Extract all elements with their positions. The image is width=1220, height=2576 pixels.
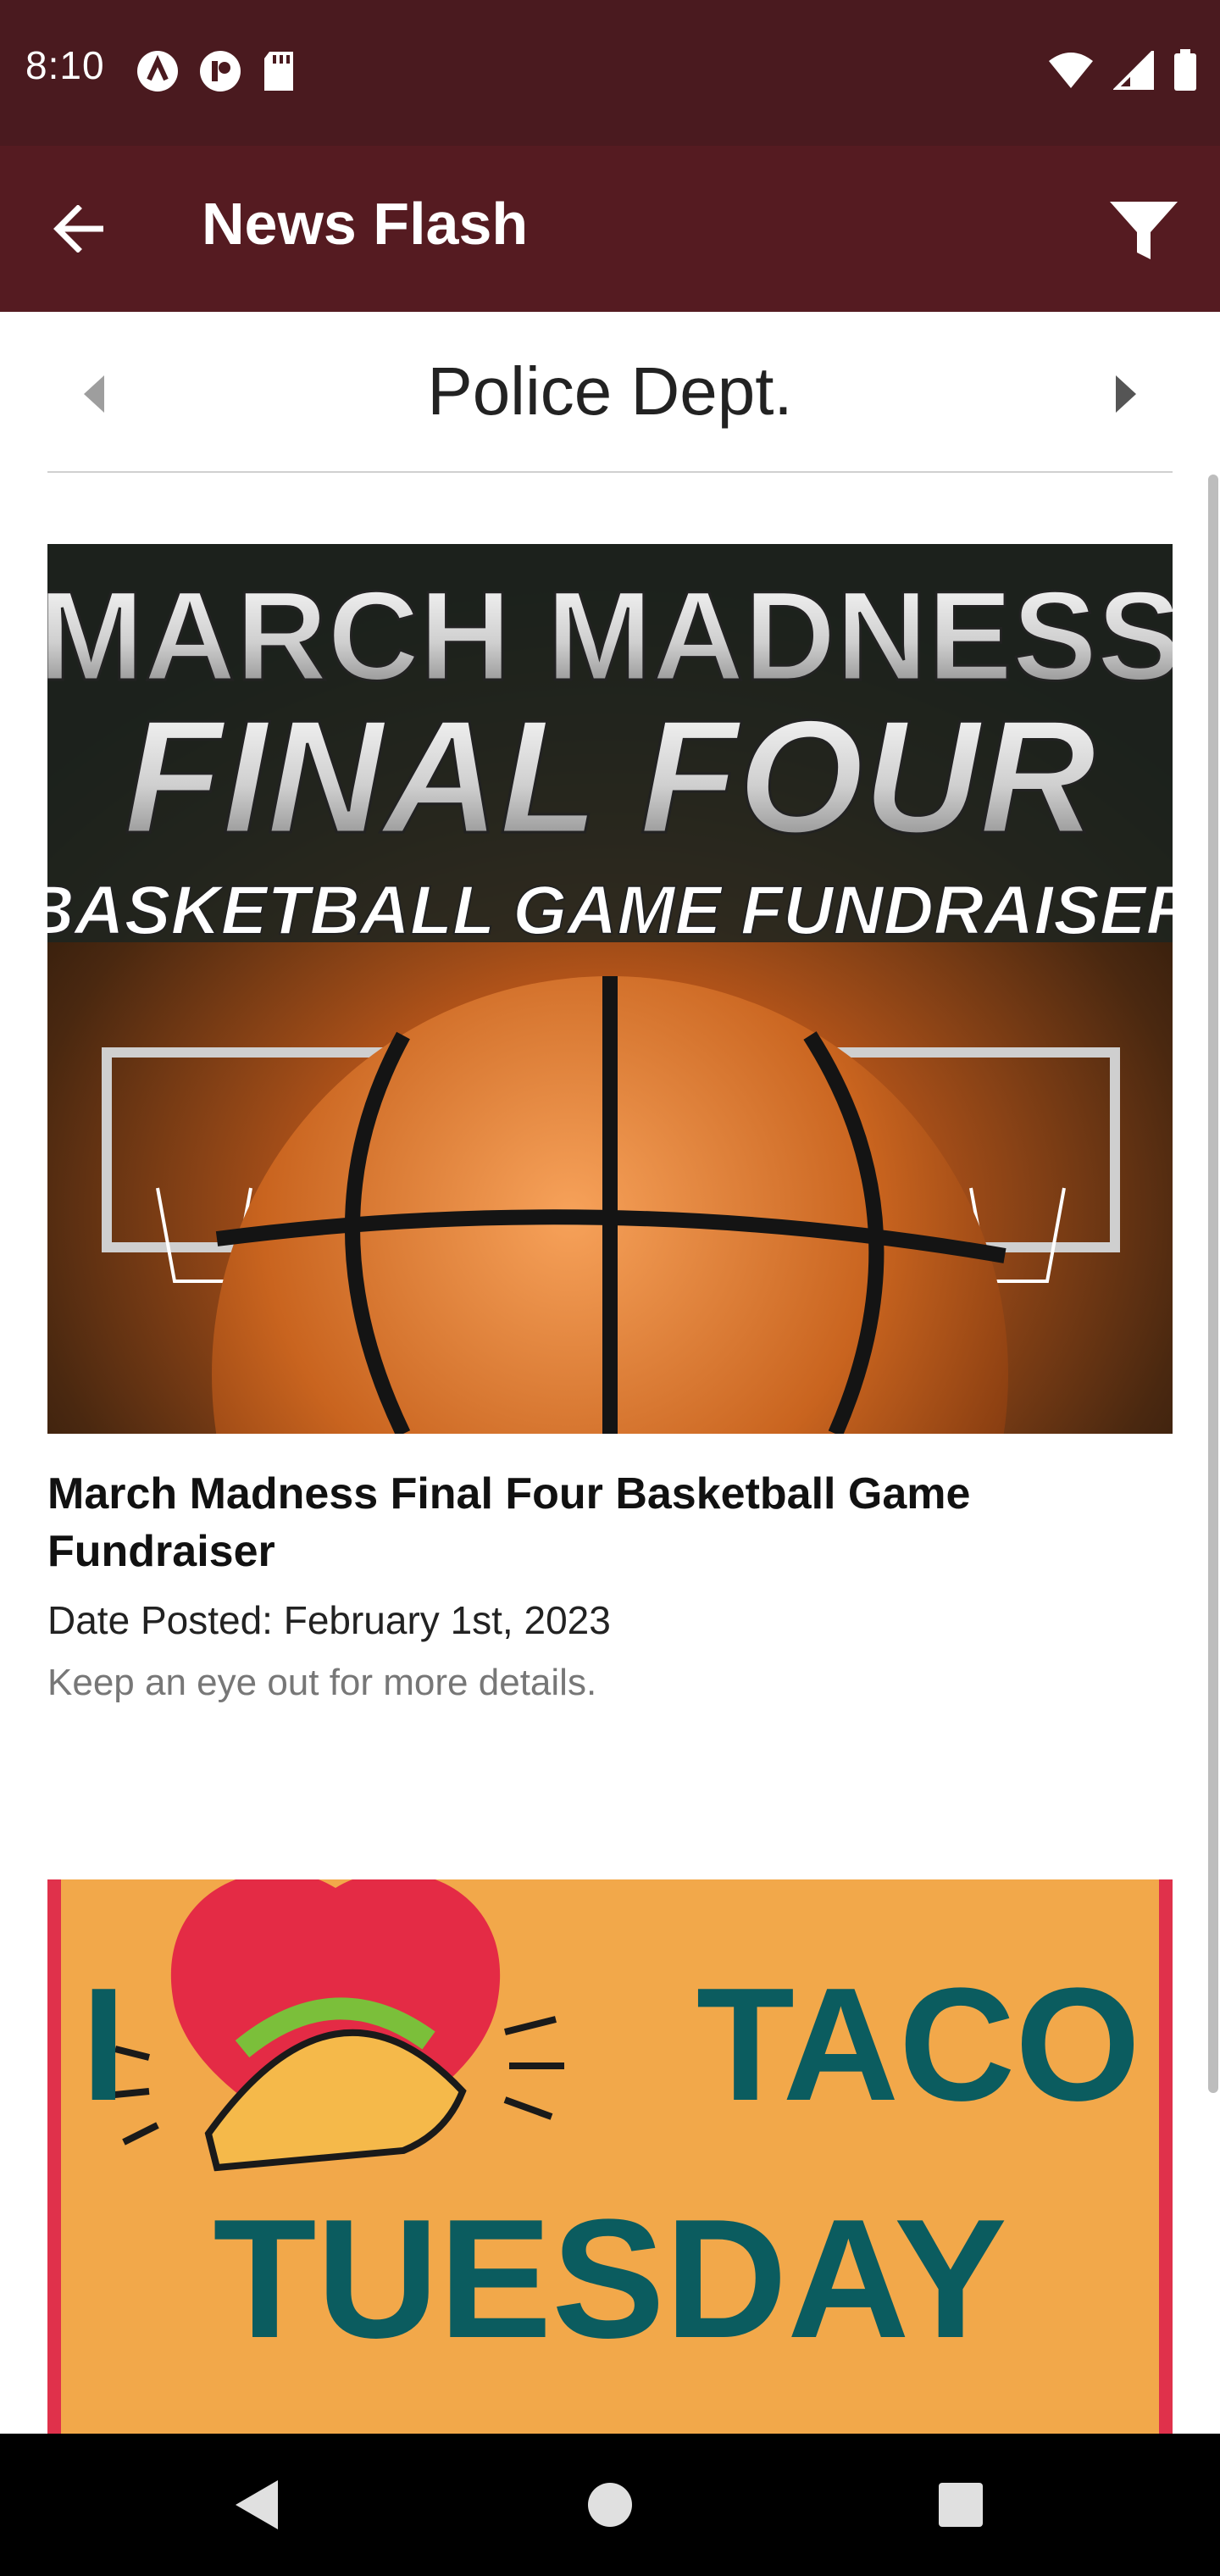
news-image-basketball[interactable]: MARCH MADNESS FINAL FOUR BASKETBALL GAME… (47, 544, 1173, 1434)
news-image-taco[interactable]: I TACO TUESDAY (47, 1879, 1173, 2434)
poster-line-1: MARCH MADNESS (47, 564, 1173, 707)
poster-letter-i: I (81, 1955, 126, 2135)
taco-tuesday-poster: I TACO TUESDAY (47, 1879, 1173, 2434)
app-icon-b (200, 51, 241, 92)
filter-icon (1110, 202, 1178, 259)
back-arrow-icon (53, 205, 103, 253)
app-bar: News Flash (0, 146, 1220, 312)
news-item[interactable]: MARCH MADNESS FINAL FOUR BASKETBALL GAME… (47, 544, 1173, 1704)
wifi-icon (1049, 53, 1093, 88)
next-category-button[interactable] (1096, 364, 1156, 424)
chevron-right-icon (1116, 375, 1136, 413)
system-nav-bar (0, 2434, 1220, 2576)
sd-card-icon (264, 52, 293, 91)
status-notification-icons (136, 49, 297, 93)
poster-line-3: BASKETBALL GAME FUNDRAISER (47, 872, 1173, 949)
category-title: Police Dept. (427, 353, 793, 429)
battery-icon (1174, 49, 1196, 91)
poster-line-2: FINAL FOUR (125, 687, 1096, 867)
nav-back-icon (236, 2480, 278, 2529)
news-title[interactable]: March Madness Final Four Basketball Game… (47, 1466, 1173, 1580)
basketball-poster: MARCH MADNESS FINAL FOUR BASKETBALL GAME… (47, 544, 1173, 1434)
status-time: 8:10 (25, 43, 105, 87)
nav-back-button[interactable] (222, 2471, 290, 2539)
nav-home-button[interactable] (576, 2471, 644, 2539)
poster-word-tuesday: TUESDAY (213, 2185, 1006, 2373)
nav-home-icon (588, 2483, 632, 2527)
news-summary: Keep an eye out for more details. (47, 1662, 597, 1704)
scrollbar[interactable] (1208, 475, 1218, 2093)
signal-icon (1113, 51, 1154, 90)
nav-recents-icon (939, 2483, 983, 2527)
poster-word-taco: TACO (696, 1955, 1140, 2135)
page-title: News Flash (202, 191, 529, 257)
status-system-icons (1047, 49, 1198, 92)
app-icon-a (137, 51, 178, 92)
status-bar: 8:10 (0, 0, 1220, 146)
nav-recents-button[interactable] (927, 2471, 995, 2539)
news-date: Date Posted: February 1st, 2023 (47, 1598, 611, 1643)
category-switcher: Police Dept. (47, 312, 1173, 473)
filter-button[interactable] (1101, 188, 1186, 273)
back-button[interactable] (44, 195, 112, 263)
news-item[interactable]: I TACO TUESDAY (47, 1879, 1173, 2434)
